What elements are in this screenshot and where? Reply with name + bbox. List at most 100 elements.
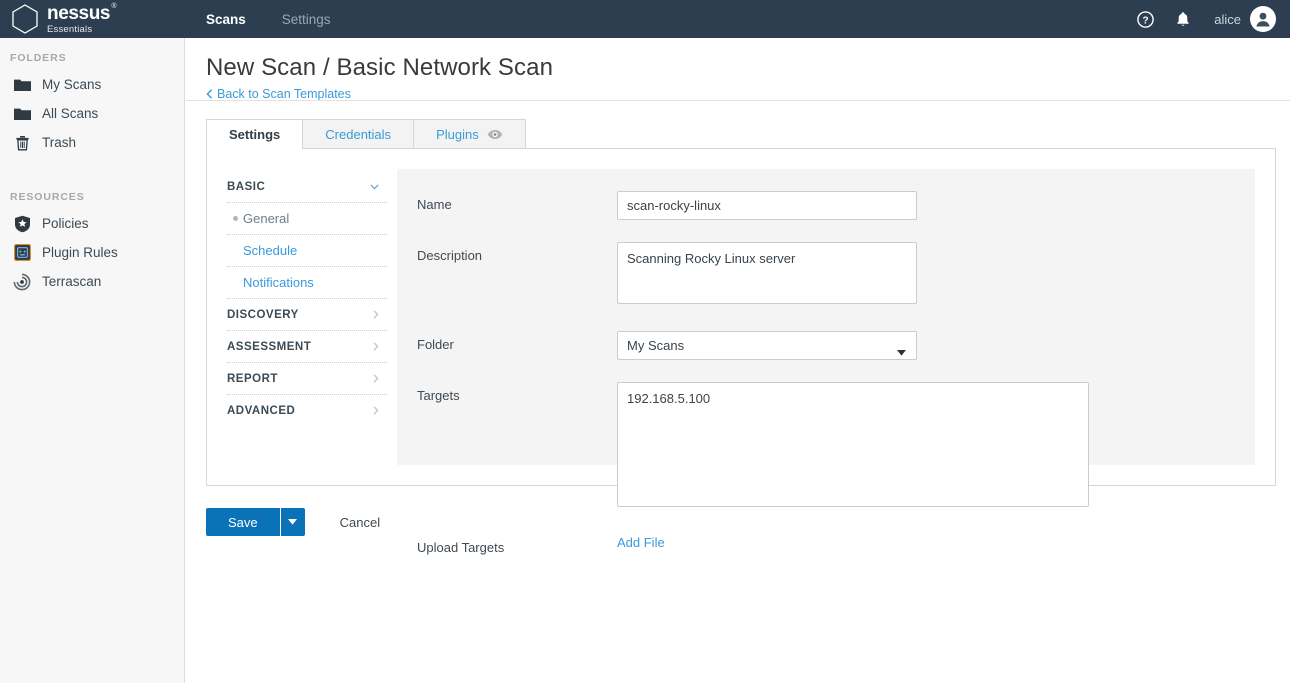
plugin-badge-icon bbox=[12, 244, 32, 262]
left-sidebar: FOLDERS My Scans All Scans Trash RESOURC… bbox=[0, 38, 185, 683]
targets-input[interactable] bbox=[617, 382, 1089, 507]
field-label: Description bbox=[417, 248, 483, 263]
shield-star-icon bbox=[12, 215, 32, 233]
top-nav-settings[interactable]: Settings bbox=[264, 0, 349, 38]
nessus-logo[interactable]: nessus ® Essentials bbox=[10, 3, 160, 35]
chevron-right-icon bbox=[373, 310, 379, 319]
top-navigation-bar: nessus ® Essentials Scans Settings ? ali… bbox=[0, 0, 1290, 38]
sidebar-item-policies[interactable]: Policies bbox=[0, 209, 184, 238]
caret-down-icon bbox=[288, 519, 298, 525]
chevron-right-icon bbox=[373, 406, 379, 415]
settings-group-discovery[interactable]: DISCOVERY bbox=[227, 299, 387, 331]
field-folder: Folder My Scans bbox=[397, 331, 1255, 360]
save-dropdown-button[interactable] bbox=[279, 508, 305, 536]
header-divider bbox=[186, 100, 1290, 101]
field-targets: Targets bbox=[397, 382, 1255, 512]
settings-group-basic[interactable]: BASIC bbox=[227, 171, 387, 203]
top-nav-items: Scans Settings bbox=[188, 0, 349, 38]
field-label: Upload Targets bbox=[417, 540, 505, 555]
bell-icon[interactable] bbox=[1170, 6, 1196, 32]
sidebar-item-label: Policies bbox=[42, 216, 89, 231]
field-upload-targets: Upload Targets Add File bbox=[397, 534, 1255, 555]
tab-bar: Settings Credentials Plugins bbox=[206, 119, 526, 149]
general-settings-form: Name Description Folder bbox=[397, 169, 1255, 555]
cancel-button[interactable]: Cancel bbox=[340, 515, 380, 530]
folder-icon bbox=[12, 76, 32, 94]
form-actions: Save Cancel bbox=[206, 508, 380, 536]
main-content: New Scan / Basic Network Scan Back to Sc… bbox=[186, 38, 1290, 683]
logo-text: nessus ® Essentials bbox=[47, 2, 116, 35]
chevron-right-icon bbox=[373, 342, 379, 351]
hexagon-logo-icon bbox=[12, 4, 38, 34]
chevron-right-icon bbox=[373, 374, 379, 383]
settings-item-label: Notifications bbox=[243, 275, 314, 290]
settings-section-nav: BASIC General Schedule Notifications DIS… bbox=[207, 149, 387, 485]
settings-item-schedule[interactable]: Schedule bbox=[227, 235, 387, 267]
eye-icon bbox=[487, 129, 503, 140]
tab-label: Settings bbox=[229, 127, 281, 142]
field-label: Targets bbox=[417, 388, 460, 403]
sidebar-item-terrascan[interactable]: Terrascan bbox=[0, 267, 184, 296]
scan-name-input[interactable] bbox=[617, 191, 917, 220]
page-title: New Scan / Basic Network Scan bbox=[206, 54, 554, 81]
field-label: Folder bbox=[417, 337, 454, 352]
settings-group-label: DISCOVERY bbox=[227, 308, 299, 321]
sidebar-item-my-scans[interactable]: My Scans bbox=[0, 70, 184, 99]
user-name-label[interactable]: alice bbox=[1214, 12, 1241, 27]
settings-group-label: REPORT bbox=[227, 372, 278, 385]
sidebar-heading-resources: RESOURCES bbox=[10, 191, 85, 203]
user-avatar-icon[interactable] bbox=[1250, 6, 1276, 32]
svg-text:?: ? bbox=[1142, 15, 1148, 26]
sidebar-item-label: Terrascan bbox=[42, 274, 102, 289]
save-button[interactable]: Save bbox=[206, 508, 280, 536]
tab-label: Credentials bbox=[325, 127, 392, 142]
scan-description-input[interactable] bbox=[617, 242, 917, 304]
settings-group-report[interactable]: REPORT bbox=[227, 363, 387, 395]
field-description: Description bbox=[397, 242, 1255, 309]
sidebar-heading-folders: FOLDERS bbox=[10, 52, 67, 64]
folder-select[interactable]: My Scans bbox=[617, 331, 917, 360]
top-right-controls: ? alice bbox=[1120, 6, 1276, 32]
folder-icon bbox=[12, 105, 32, 123]
sidebar-item-label: My Scans bbox=[42, 77, 102, 92]
field-name: Name bbox=[397, 191, 1255, 220]
settings-item-label: General bbox=[243, 211, 290, 226]
settings-group-assessment[interactable]: ASSESSMENT bbox=[227, 331, 387, 363]
add-file-link[interactable]: Add File bbox=[617, 535, 665, 550]
tab-label: Plugins bbox=[436, 127, 479, 142]
settings-group-label: ASSESSMENT bbox=[227, 340, 312, 353]
trash-icon bbox=[12, 134, 32, 152]
chevron-down-icon bbox=[370, 184, 379, 190]
tab-plugins[interactable]: Plugins bbox=[413, 119, 526, 149]
settings-item-label: Schedule bbox=[243, 243, 298, 258]
registered-mark: ® bbox=[111, 2, 117, 10]
settings-group-advanced[interactable]: ADVANCED bbox=[227, 395, 387, 426]
sidebar-item-label: Plugin Rules bbox=[42, 245, 118, 260]
brand-name-text: nessus bbox=[47, 2, 111, 24]
sidebar-item-all-scans[interactable]: All Scans bbox=[0, 99, 184, 128]
settings-group-label: ADVANCED bbox=[227, 404, 296, 417]
caret-down-icon bbox=[897, 344, 906, 359]
active-bullet-icon bbox=[227, 216, 243, 221]
settings-group-label: BASIC bbox=[227, 180, 266, 193]
sidebar-item-label: Trash bbox=[42, 135, 77, 150]
top-nav-scans[interactable]: Scans bbox=[188, 0, 264, 38]
back-link-label: Back to Scan Templates bbox=[217, 87, 351, 101]
nessus-app: nessus ® Essentials Scans Settings ? ali… bbox=[0, 0, 1290, 683]
sidebar-item-label: All Scans bbox=[42, 106, 99, 121]
settings-item-notifications[interactable]: Notifications bbox=[227, 267, 387, 299]
terrascan-icon bbox=[12, 273, 32, 291]
tab-credentials[interactable]: Credentials bbox=[302, 119, 415, 149]
sidebar-item-trash[interactable]: Trash bbox=[0, 128, 184, 157]
tab-settings[interactable]: Settings bbox=[206, 119, 304, 149]
settings-card: BASIC General Schedule Notifications DIS… bbox=[206, 148, 1276, 555]
brand-name: nessus ® bbox=[47, 2, 116, 24]
settings-item-general[interactable]: General bbox=[227, 203, 387, 235]
brand-edition: Essentials bbox=[47, 23, 93, 35]
field-label: Name bbox=[417, 197, 452, 212]
help-circle-icon[interactable]: ? bbox=[1132, 6, 1158, 32]
sidebar-item-plugin-rules[interactable]: Plugin Rules bbox=[0, 238, 184, 267]
back-to-scan-templates-link[interactable]: Back to Scan Templates bbox=[206, 87, 351, 101]
folder-selected-value: My Scans bbox=[627, 338, 685, 353]
chevron-left-icon bbox=[206, 89, 213, 99]
